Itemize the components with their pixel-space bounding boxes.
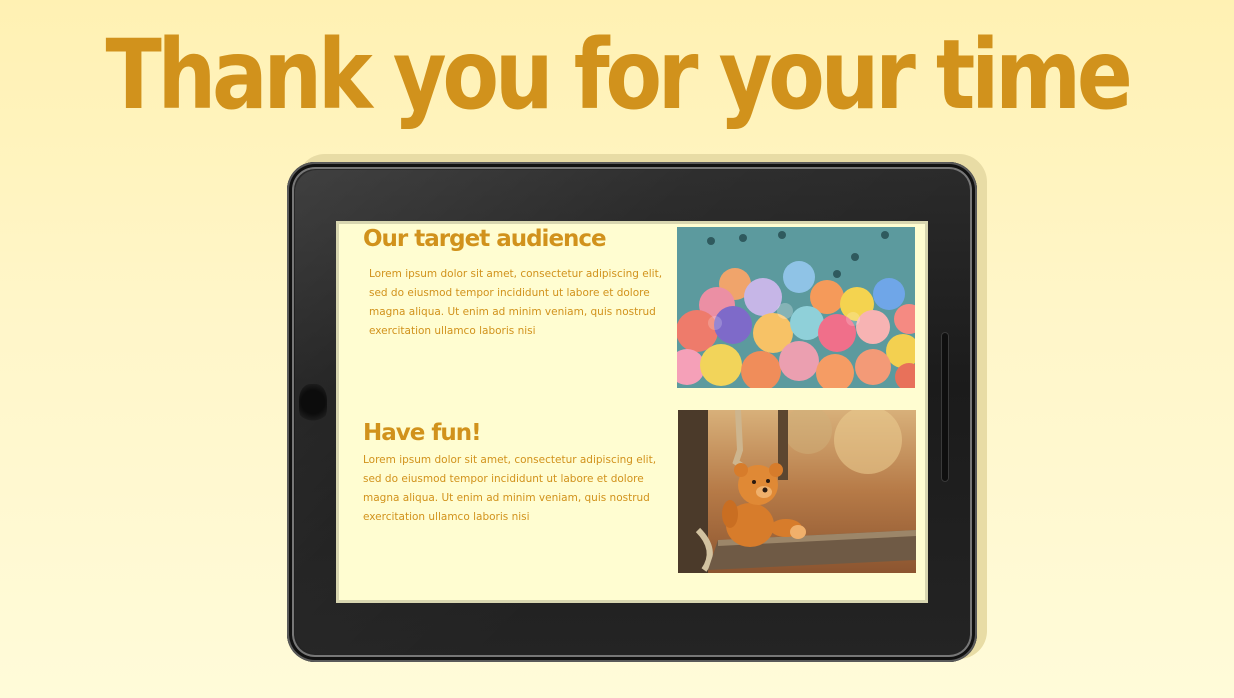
camera-icon [299, 384, 327, 424]
section-heading-target-audience: Our target audience [363, 226, 607, 252]
section-text-have-fun: Lorem ipsum dolor sit amet, consectetur … [363, 454, 657, 523]
teddy-bear-illustration [678, 410, 916, 573]
teddy-bear-swing-photo [678, 410, 916, 573]
section-heading-have-fun: Have fun! [363, 420, 482, 446]
tablet-side-button [941, 332, 949, 482]
tablet-screen: Our target audience Lorem ipsum dolor si… [339, 224, 925, 600]
ball-pit-illustration [677, 227, 915, 388]
slide-title: Thank you for your time [105, 19, 1132, 131]
section-text-target-audience: Lorem ipsum dolor sit amet, consectetur … [369, 268, 663, 337]
ball-pit-photo [677, 227, 915, 388]
